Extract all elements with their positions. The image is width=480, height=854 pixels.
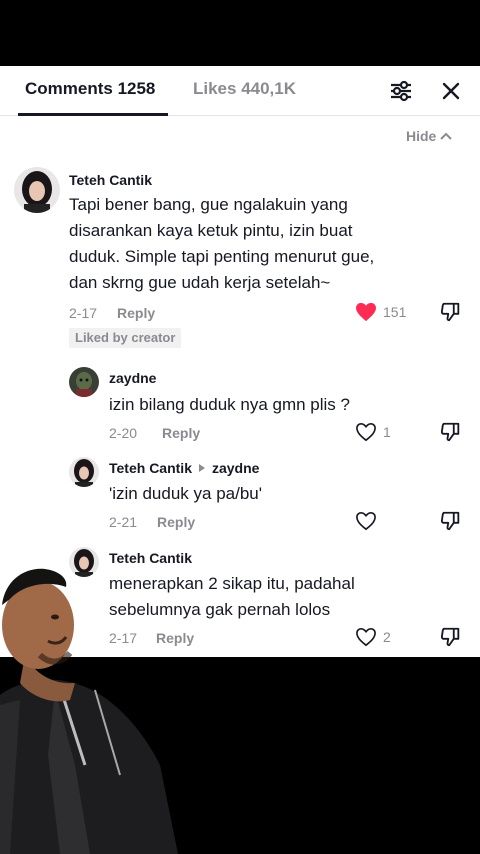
reply-author[interactable]: zaydne — [109, 369, 156, 387]
reply-button[interactable]: Reply — [162, 424, 200, 442]
top-black-bar — [0, 0, 480, 66]
active-tab-indicator — [18, 113, 168, 116]
hide-replies-button[interactable]: Hide — [406, 126, 453, 146]
thumbs-down-icon[interactable] — [440, 421, 462, 443]
comments-tab-bar: Comments 1258 Likes 440,1K — [0, 66, 480, 116]
thumbs-down-icon[interactable] — [440, 626, 462, 648]
presenter-overlay — [0, 565, 180, 854]
reply-author[interactable]: Teteh Cantik zaydne — [109, 459, 259, 477]
reply-text: izin bilang duduk nya gmn plis ? — [109, 395, 350, 414]
heart-outline-icon — [356, 422, 376, 442]
comment-date: 2-17 — [69, 305, 98, 321]
close-icon[interactable] — [438, 78, 464, 104]
like-button[interactable]: 151 — [355, 302, 406, 322]
like-button[interactable]: 2 — [355, 627, 391, 647]
like-button[interactable]: 1 — [355, 422, 391, 442]
hide-label: Hide — [406, 128, 437, 144]
heart-outline-icon — [356, 511, 376, 531]
tab-likes[interactable]: Likes 440,1K — [193, 79, 296, 99]
reply-arrow-icon — [198, 464, 205, 472]
comment-text: Tapi bener bang, gue ngalakuin yang disa… — [69, 195, 375, 292]
tab-comments[interactable]: Comments 1258 — [25, 79, 155, 99]
like-count: 1 — [383, 424, 391, 440]
reply-date: 2-21 — [109, 514, 138, 530]
reply-button[interactable]: Reply — [117, 304, 155, 322]
like-count: 151 — [383, 304, 407, 320]
chevron-up-icon — [440, 132, 453, 140]
like-button[interactable] — [355, 511, 383, 531]
reply-to-user[interactable]: zaydne — [212, 459, 259, 477]
thumbs-down-icon[interactable] — [440, 301, 462, 323]
heart-outline-icon — [356, 627, 376, 647]
reply-text: 'izin duduk ya pa/bu' — [109, 484, 262, 503]
reply-button[interactable]: Reply — [157, 513, 195, 531]
like-count: 2 — [383, 629, 391, 645]
avatar[interactable] — [14, 167, 60, 213]
avatar[interactable] — [69, 367, 99, 397]
comment-author[interactable]: Teteh Cantik — [69, 171, 152, 189]
thumbs-down-icon[interactable] — [440, 510, 462, 532]
reply-date: 2-20 — [109, 425, 138, 441]
heart-filled-icon — [356, 302, 376, 322]
filter-sliders-icon[interactable] — [388, 78, 414, 104]
liked-by-creator-badge: Liked by creator — [69, 328, 182, 348]
avatar[interactable] — [69, 457, 99, 487]
